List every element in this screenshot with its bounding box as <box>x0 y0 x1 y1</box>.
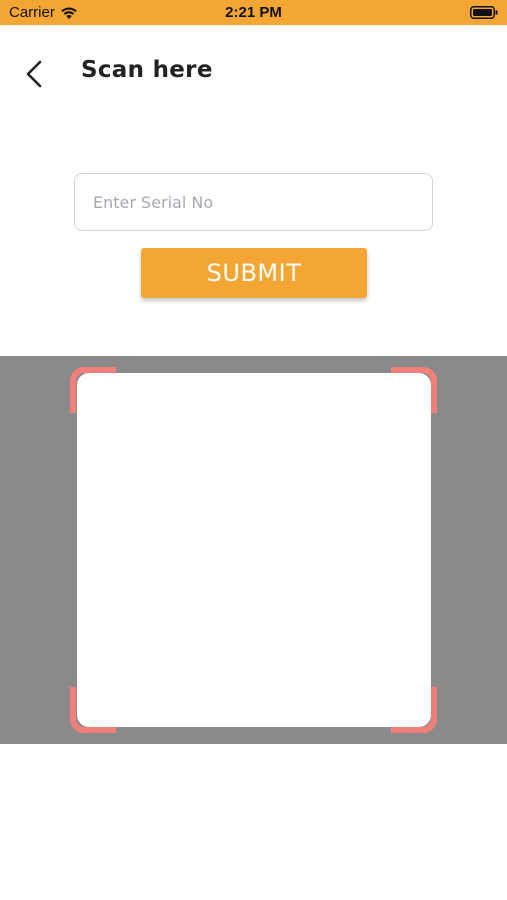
page-title: Scan here <box>81 57 213 83</box>
scan-window <box>77 373 431 727</box>
battery-icon <box>470 6 498 19</box>
status-bar: Carrier 2:21 PM <box>0 0 507 25</box>
scan-screen: Carrier 2:21 PM Scan here SUBMIT <box>0 0 507 900</box>
scan-frame-corner-top-right <box>391 367 437 413</box>
scanner-area <box>0 356 507 744</box>
scan-frame-corner-top-left <box>70 367 116 413</box>
submit-button[interactable]: SUBMIT <box>141 248 367 298</box>
header: Scan here <box>0 25 507 121</box>
chevron-left-icon <box>26 60 42 88</box>
scan-frame-corner-bottom-right <box>391 687 437 733</box>
serial-number-input[interactable] <box>74 173 433 231</box>
scan-frame-corner-bottom-left <box>70 687 116 733</box>
status-time: 2:21 PM <box>225 4 282 21</box>
back-button[interactable] <box>18 55 52 93</box>
